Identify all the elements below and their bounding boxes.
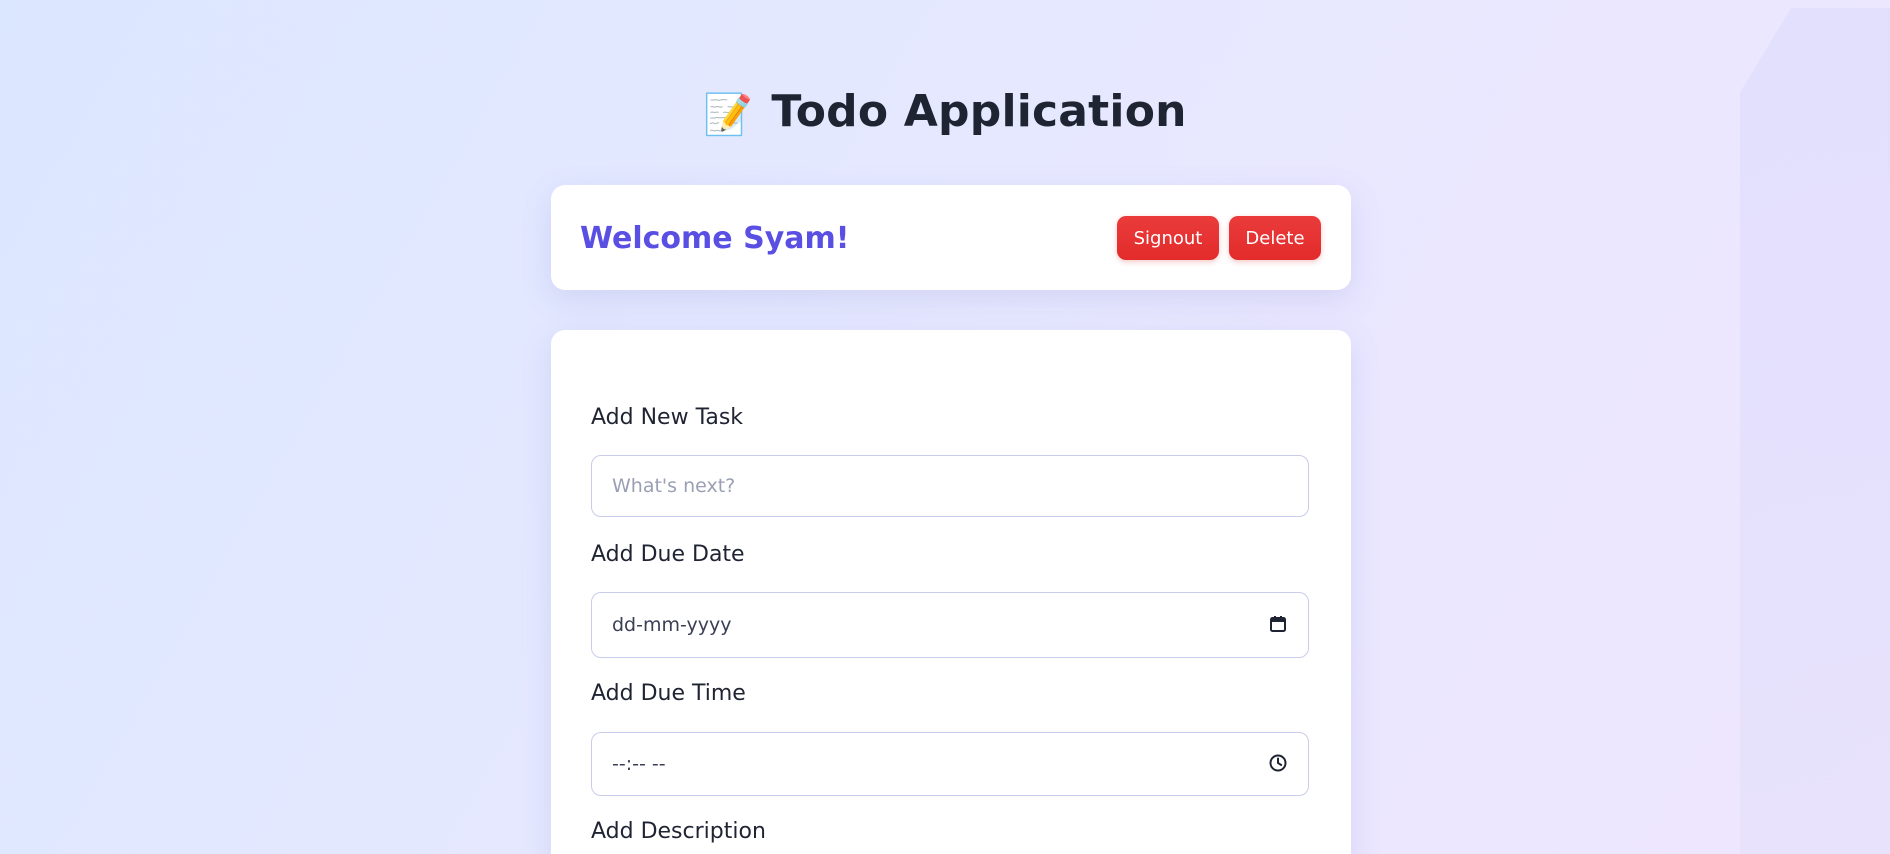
memo-icon: 📝: [703, 92, 754, 138]
task-label: Add New Task: [591, 405, 744, 430]
page: 📝 Todo Application Welcome Syam! Signout …: [0, 0, 1890, 854]
welcome-message: Welcome Syam!: [580, 221, 850, 256]
due-time-label: Add Due Time: [591, 681, 746, 706]
calendar-icon[interactable]: [1268, 614, 1288, 637]
description-label: Add Description: [591, 819, 766, 844]
delete-account-button[interactable]: Delete: [1229, 216, 1321, 260]
due-date-value: dd-mm-yyyy: [612, 614, 732, 636]
page-title: 📝 Todo Application: [0, 84, 1890, 143]
task-form-card: Add New Task Add Due Date dd-mm-yyyy Add…: [551, 330, 1351, 854]
due-time-value: --:-- --: [612, 753, 666, 775]
page-title-text: Todo Application: [771, 86, 1187, 137]
due-date-label: Add Due Date: [591, 542, 745, 567]
welcome-card: Welcome Syam! Signout Delete: [551, 185, 1351, 290]
due-date-input[interactable]: dd-mm-yyyy: [591, 592, 1309, 658]
due-time-input[interactable]: --:-- --: [591, 732, 1309, 796]
clock-icon[interactable]: [1268, 753, 1288, 776]
signout-button[interactable]: Signout: [1117, 216, 1219, 260]
task-input[interactable]: [591, 455, 1309, 517]
